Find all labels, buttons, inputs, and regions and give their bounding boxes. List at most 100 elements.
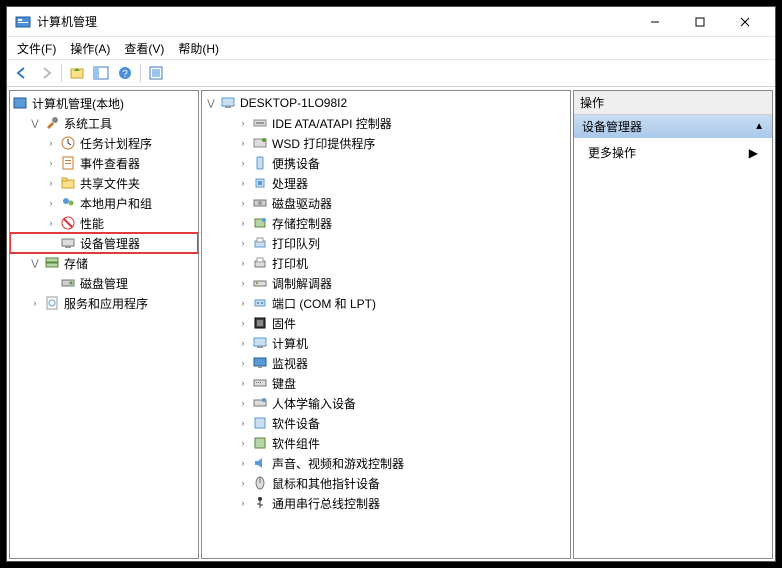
tree-label: 端口 (COM 和 LPT) — [272, 295, 376, 312]
forward-button[interactable] — [35, 62, 57, 84]
expand-icon[interactable]: › — [236, 396, 250, 410]
window-controls — [632, 8, 767, 36]
expand-icon[interactable]: › — [236, 276, 250, 290]
expand-icon[interactable]: › — [236, 116, 250, 130]
expand-icon[interactable]: › — [236, 156, 250, 170]
device-category[interactable]: ›人体学输入设备 — [202, 393, 570, 413]
expand-icon[interactable]: › — [44, 176, 58, 190]
tree-label: 调制解调器 — [272, 275, 332, 292]
actions-more[interactable]: 更多操作 ▶ — [574, 138, 772, 167]
collapse-icon[interactable]: ⋁ — [204, 96, 218, 110]
tree-task-scheduler[interactable]: › 任务计划程序 — [10, 133, 198, 153]
expand-icon[interactable]: › — [236, 336, 250, 350]
menu-view[interactable]: 查看(V) — [118, 38, 170, 59]
device-category[interactable]: › 通用串行总线控制器 — [202, 493, 570, 513]
help-button[interactable]: ? — [114, 62, 136, 84]
keyboard-icon — [252, 375, 268, 391]
soft-dev-icon — [252, 415, 268, 431]
tree-label: 磁盘管理 — [80, 275, 128, 292]
tree-label: 固件 — [272, 315, 296, 332]
device-category[interactable]: › IDE ATA/ATAPI 控制器 — [202, 113, 570, 133]
menu-help[interactable]: 帮助(H) — [172, 38, 225, 59]
portable-icon — [252, 155, 268, 171]
expand-icon[interactable]: › — [236, 296, 250, 310]
tree-label: 通用串行总线控制器 — [272, 495, 380, 512]
back-button[interactable] — [11, 62, 33, 84]
close-button[interactable] — [722, 8, 767, 36]
menu-action[interactable]: 操作(A) — [64, 38, 116, 59]
tree-device-manager[interactable]: › 设备管理器 — [10, 233, 198, 253]
device-category[interactable]: › 存储控制器 — [202, 213, 570, 233]
printer-icon — [252, 255, 268, 271]
expand-icon[interactable]: › — [236, 356, 250, 370]
device-category[interactable]: › 固件 — [202, 313, 570, 333]
tree-performance[interactable]: › 性能 — [10, 213, 198, 233]
hid-icon — [252, 395, 268, 411]
expand-icon[interactable]: › — [236, 436, 250, 450]
expand-icon[interactable]: › — [236, 476, 250, 490]
show-hide-tree-button[interactable] — [90, 62, 112, 84]
computer-icon — [220, 95, 236, 111]
disk-icon — [60, 275, 76, 291]
device-category[interactable]: › 监视器 — [202, 353, 570, 373]
device-category[interactable]: ›WSD 打印提供程序 — [202, 133, 570, 153]
expand-icon[interactable]: › — [236, 236, 250, 250]
tree-root[interactable]: 计算机管理(本地) — [10, 93, 198, 113]
expand-icon[interactable]: › — [44, 156, 58, 170]
device-root[interactable]: ⋁ DESKTOP-1LO98I2 — [202, 93, 570, 113]
tree-event-viewer[interactable]: › 事件查看器 — [10, 153, 198, 173]
tree-label: 磁盘驱动器 — [272, 195, 332, 212]
device-category[interactable]: ›计算机 — [202, 333, 570, 353]
device-category[interactable]: ›便携设备 — [202, 153, 570, 173]
expand-icon[interactable]: › — [44, 136, 58, 150]
tree-services-apps[interactable]: › 服务和应用程序 — [10, 293, 198, 313]
device-category[interactable]: ›鼠标和其他指针设备 — [202, 473, 570, 493]
tree-label: 监视器 — [272, 355, 308, 372]
tree-shared-folders[interactable]: › 共享文件夹 — [10, 173, 198, 193]
device-category[interactable]: › 磁盘驱动器 — [202, 193, 570, 213]
tree-label: 存储控制器 — [272, 215, 332, 232]
collapse-icon[interactable]: ⋁ — [28, 256, 42, 270]
expand-icon[interactable]: › — [28, 296, 42, 310]
device-category[interactable]: › 调制解调器 — [202, 273, 570, 293]
refresh-button[interactable] — [145, 62, 167, 84]
app-icon — [15, 14, 31, 30]
tree-system-tools[interactable]: ⋁ 系统工具 — [10, 113, 198, 133]
device-category[interactable]: ›打印机 — [202, 253, 570, 273]
expand-icon[interactable]: › — [236, 216, 250, 230]
tools-icon — [44, 115, 60, 131]
soft-comp-icon — [252, 435, 268, 451]
up-button[interactable] — [66, 62, 88, 84]
tree-label: IDE ATA/ATAPI 控制器 — [272, 115, 392, 132]
maximize-button[interactable] — [677, 8, 722, 36]
minimize-button[interactable] — [632, 8, 677, 36]
tree-storage[interactable]: ⋁ 存储 — [10, 253, 198, 273]
device-category[interactable]: ›键盘 — [202, 373, 570, 393]
device-category[interactable]: ›处理器 — [202, 173, 570, 193]
expand-icon[interactable]: › — [236, 416, 250, 430]
expand-icon[interactable]: › — [236, 456, 250, 470]
expand-icon[interactable]: › — [236, 196, 250, 210]
expand-icon[interactable]: › — [236, 176, 250, 190]
collapse-icon[interactable]: ⋁ — [28, 116, 42, 130]
menu-file[interactable]: 文件(F) — [11, 38, 62, 59]
tree-disk-management[interactable]: › 磁盘管理 — [10, 273, 198, 293]
collapse-icon[interactable]: ▲ — [754, 121, 764, 132]
port-icon — [252, 295, 268, 311]
expand-icon[interactable]: › — [44, 196, 58, 210]
expand-icon[interactable]: › — [236, 136, 250, 150]
device-category[interactable]: ›软件组件 — [202, 433, 570, 453]
actions-group[interactable]: 设备管理器 ▲ — [574, 115, 772, 138]
event-icon — [60, 155, 76, 171]
tree-local-users[interactable]: › 本地用户和组 — [10, 193, 198, 213]
expand-icon[interactable]: › — [44, 216, 58, 230]
expand-icon[interactable]: › — [236, 376, 250, 390]
device-category[interactable]: ›声音、视频和游戏控制器 — [202, 453, 570, 473]
device-category[interactable]: ›打印队列 — [202, 233, 570, 253]
device-category[interactable]: › 端口 (COM 和 LPT) — [202, 293, 570, 313]
expand-icon[interactable]: › — [236, 256, 250, 270]
expand-icon[interactable]: › — [236, 496, 250, 510]
expand-icon[interactable]: › — [236, 316, 250, 330]
device-category[interactable]: ›软件设备 — [202, 413, 570, 433]
firmware-icon — [252, 315, 268, 331]
